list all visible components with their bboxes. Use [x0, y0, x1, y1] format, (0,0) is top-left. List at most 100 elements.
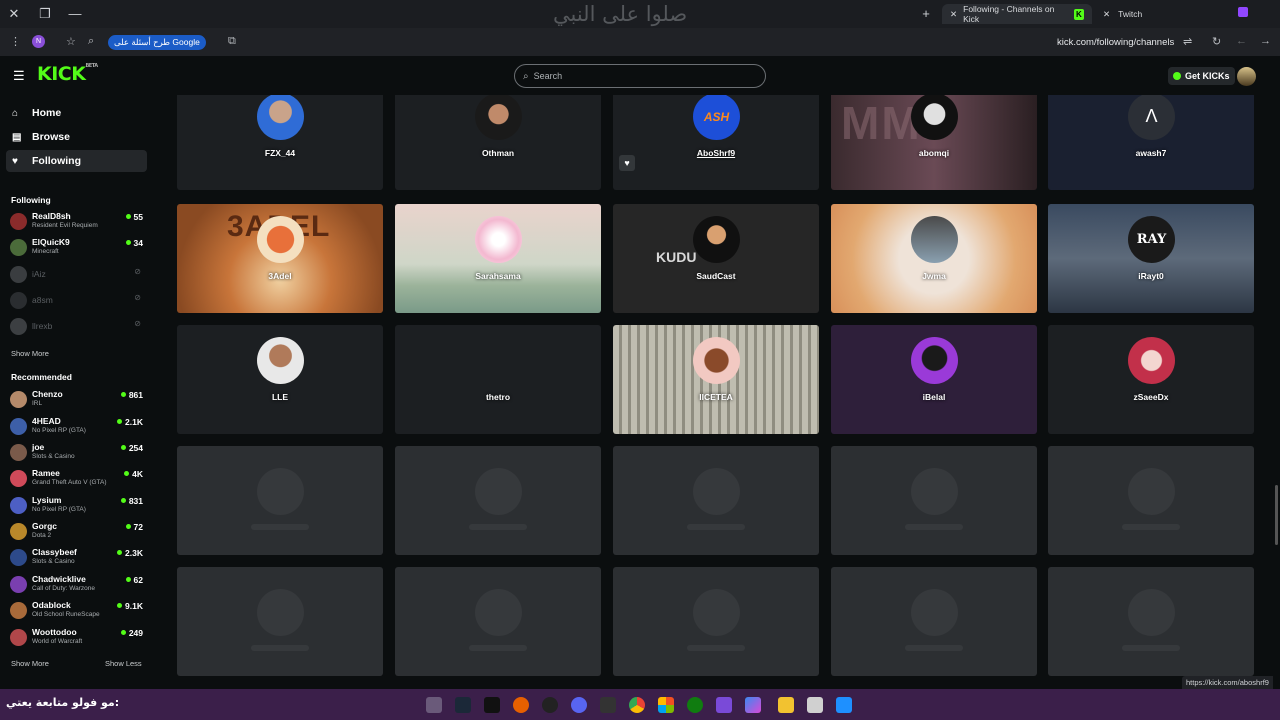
channel-card-sarahsama[interactable]: Sarahsama: [395, 204, 601, 313]
channel-card-fzx44[interactable]: FZX_44: [177, 95, 383, 190]
sidebar-channel-iaiz[interactable]: iAiz ⊘: [10, 263, 145, 288]
taskbar-app-icon[interactable]: [426, 697, 442, 713]
menu-dots-icon[interactable]: ⋮: [10, 35, 21, 48]
channel-name: a8sm: [32, 295, 53, 305]
sidebar-channel-woottodoo[interactable]: Woottodoo World of Warcraft 249: [10, 626, 145, 651]
avatar: [1128, 337, 1175, 384]
sidebar-channel-classybeef[interactable]: Classybeef Slots & Casino 2.3K: [10, 546, 145, 571]
sidebar-channel-a8sm[interactable]: a8sm ⊘: [10, 289, 145, 314]
sidebar-channel-llrexb[interactable]: llrexb ⊘: [10, 315, 145, 340]
chrome-icon[interactable]: [629, 697, 645, 713]
taskbar-app-icon[interactable]: [658, 697, 674, 713]
minimize-window-icon[interactable]: —: [67, 6, 83, 21]
sidebar-channel-reald8sh[interactable]: RealD8sh Resident Evil Requiem 55: [10, 210, 145, 235]
avatar: [10, 470, 27, 487]
taskbar-app-icon[interactable]: [600, 697, 616, 713]
taskbar-app-icon[interactable]: [807, 697, 823, 713]
loading-card-placeholder: [613, 567, 819, 676]
nav-home[interactable]: ⌂ Home: [6, 102, 147, 124]
tab-kick-following[interactable]: ✕ Following - Channels on Kick K: [942, 4, 1092, 24]
url-text[interactable]: kick.com/following/channels: [1057, 37, 1174, 48]
get-kicks-button[interactable]: Get KICKs: [1168, 67, 1235, 85]
channel-name: RealD8sh: [32, 211, 71, 221]
avatar: [10, 444, 27, 461]
discord-icon[interactable]: [571, 697, 587, 713]
channel-card-saudcast[interactable]: KUDU SaudCast: [613, 204, 819, 313]
twitch-favicon-icon: [1238, 7, 1248, 17]
tab-close-icon[interactable]: ✕: [950, 9, 957, 20]
channel-game: No Pixel RP (GTA): [32, 506, 86, 513]
sidebar-channel-elquick9[interactable]: ElQuicK9 Minecraft 34: [10, 236, 145, 261]
avatar: [10, 266, 27, 283]
nav-browse[interactable]: ▤ Browse: [6, 126, 147, 148]
channel-card-jwma[interactable]: Jwma: [831, 204, 1037, 313]
viewer-count: 831: [121, 496, 143, 506]
back-icon[interactable]: →: [1260, 35, 1271, 47]
page-scrollbar[interactable]: [1275, 95, 1279, 689]
file-explorer-icon[interactable]: [778, 697, 794, 713]
viewer-count: 72: [126, 522, 143, 532]
channel-card-awash7[interactable]: Λawash7: [1048, 95, 1254, 190]
sidebar-channel-chenzo[interactable]: Chenzo IRL 861: [10, 388, 145, 413]
star-icon[interactable]: ☆: [66, 35, 76, 48]
kick-logo[interactable]: KICKBETA: [37, 63, 98, 85]
show-less-recommended[interactable]: Show Less: [105, 659, 142, 668]
taskbar-app-icon[interactable]: [716, 697, 732, 713]
obs-icon[interactable]: [542, 697, 558, 713]
watermark-text: صلوا على النبي: [553, 2, 688, 26]
forward-icon[interactable]: ←: [1236, 35, 1247, 47]
hamburger-menu-icon[interactable]: ☰: [13, 68, 25, 84]
user-avatar[interactable]: [1237, 67, 1256, 86]
sidebar-channel-4head[interactable]: 4HEAD No Pixel RP (GTA) 2.1K: [10, 415, 145, 440]
channel-card-othman[interactable]: Othman: [395, 95, 601, 190]
tab-twitch[interactable]: ✕ Twitch: [1103, 4, 1163, 24]
search-input[interactable]: ⌕ Search: [514, 64, 766, 88]
avatar: [911, 95, 958, 140]
search-icon[interactable]: ⌕: [88, 35, 94, 48]
channel-game: Dota 2: [32, 532, 52, 539]
channel-card-lle[interactable]: LLE: [177, 325, 383, 434]
sidebar-channel-gorgc[interactable]: Gorgc Dota 2 72: [10, 520, 145, 545]
sidebar-channel-chadwicklive[interactable]: Chadwicklive Call of Duty: Warzone 62: [10, 573, 145, 598]
follow-heart-icon[interactable]: ♥: [619, 155, 635, 171]
nav-following[interactable]: ♥ Following: [6, 150, 147, 172]
channel-name: ElQuicK9: [32, 237, 70, 247]
get-kicks-label: Get KICKs: [1185, 71, 1230, 81]
channel-card-iicetea[interactable]: IICETEA: [613, 325, 819, 434]
profile-avatar[interactable]: N: [32, 35, 45, 48]
kick-favicon-icon: K: [1073, 8, 1084, 20]
avatar: [475, 216, 522, 263]
sidebar-channel-odablock[interactable]: Odablock Old School RuneScape 9.1K: [10, 599, 145, 624]
show-more-following[interactable]: Show More: [11, 349, 49, 358]
copilot-icon[interactable]: [745, 697, 761, 713]
site-settings-icon[interactable]: ⇌: [1183, 35, 1192, 48]
translate-icon[interactable]: ⧉: [228, 35, 236, 48]
new-tab-icon[interactable]: +: [918, 6, 934, 21]
channel-card-abomqi[interactable]: MMD abomqi: [831, 95, 1037, 190]
epic-icon[interactable]: [484, 697, 500, 713]
xbox-icon[interactable]: [687, 697, 703, 713]
steam-icon[interactable]: [455, 697, 471, 713]
sidebar-channel-joe[interactable]: joe Slots & Casino 254: [10, 441, 145, 466]
viewer-count: 9.1K: [117, 601, 143, 611]
channel-card-3adel[interactable]: 3ADEL3Adel: [177, 204, 383, 313]
omnibox-chip[interactable]: طرح أسئلة على Google: [108, 35, 206, 50]
avatar: [693, 337, 740, 384]
tab-close-icon[interactable]: ✕: [1103, 9, 1110, 20]
channel-card-aboshrf9[interactable]: ASH AboShrf9 ♥: [613, 95, 819, 190]
channel-card-ibelal[interactable]: iBelal: [831, 325, 1037, 434]
sidebar-channel-lysium[interactable]: Lysium No Pixel RP (GTA) 831: [10, 494, 145, 519]
show-more-recommended[interactable]: Show More: [11, 659, 49, 668]
channel-card-thetro[interactable]: thetro: [395, 325, 601, 434]
channel-card-irayt0[interactable]: RAY iRayt0: [1048, 204, 1254, 313]
channel-name: Lysium: [32, 495, 62, 505]
firefox-icon[interactable]: [513, 697, 529, 713]
windows-start-icon[interactable]: [836, 697, 852, 713]
nav-label: Home: [32, 107, 62, 119]
browse-icon: ▤: [12, 131, 22, 143]
reload-icon[interactable]: ↻: [1212, 35, 1221, 48]
close-window-icon[interactable]: ✕: [6, 6, 22, 22]
sidebar-channel-ramee[interactable]: Ramee Grand Theft Auto V (GTA) 4K: [10, 467, 145, 492]
channel-card-zsaeedx[interactable]: zSaeeDx: [1048, 325, 1254, 434]
restore-window-icon[interactable]: ❐: [37, 6, 53, 22]
